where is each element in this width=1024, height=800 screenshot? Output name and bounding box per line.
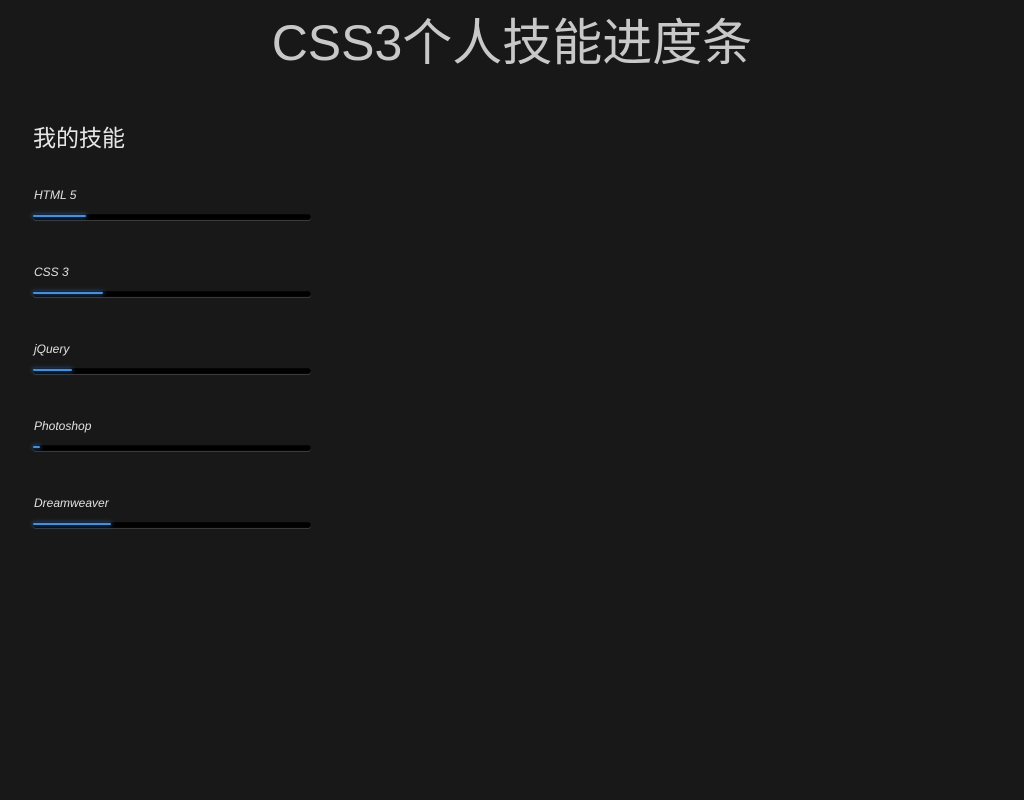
skill-label: jQuery [34, 342, 70, 356]
skill-label: Dreamweaver [34, 496, 109, 510]
skill-css3: CSS 3 [33, 265, 312, 342]
progress-fill [33, 369, 72, 371]
progress-fill [33, 446, 40, 448]
progress-fill [33, 292, 103, 294]
skill-label: HTML 5 [34, 188, 77, 202]
skill-dreamweaver: Dreamweaver [33, 496, 312, 573]
skill-label: CSS 3 [34, 265, 69, 279]
progress-track [33, 214, 311, 220]
skill-jquery: jQuery [33, 342, 312, 419]
progress-track [33, 522, 311, 528]
skill-photoshop: Photoshop [33, 419, 312, 496]
skill-label: Photoshop [34, 419, 92, 433]
skill-html5: HTML 5 [33, 188, 312, 265]
progress-track [33, 445, 311, 451]
progress-fill [33, 523, 111, 525]
progress-track [33, 291, 311, 297]
skills-section: 我的技能 HTML 5 CSS 3 jQuery Photoshop Dream… [33, 122, 312, 573]
progress-fill [33, 215, 86, 217]
progress-track [33, 368, 311, 374]
section-heading: 我的技能 [33, 126, 125, 152]
page-title: CSS3个人技能进度条 [271, 15, 753, 71]
